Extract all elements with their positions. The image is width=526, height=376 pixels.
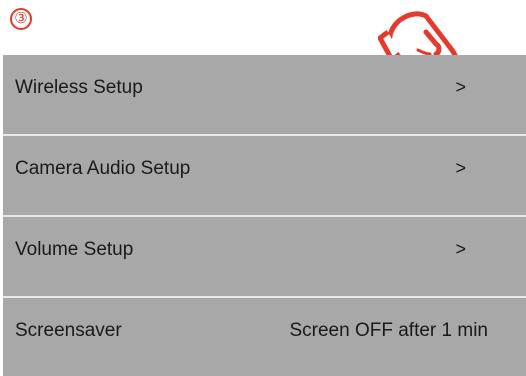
- chevron-right-icon: >: [455, 239, 466, 259]
- settings-screen: ③ Wireless Setup > Camera Audio Setup > …: [0, 0, 526, 376]
- chevron-right-icon: >: [455, 77, 466, 97]
- menu-item-label: Wireless Setup: [15, 77, 143, 98]
- step-number-badge: ③: [10, 8, 32, 30]
- menu-item-camera-audio-setup[interactable]: Camera Audio Setup >: [3, 136, 526, 217]
- menu-item-label: Screensaver: [15, 320, 122, 341]
- menu-item-label: Camera Audio Setup: [15, 158, 191, 179]
- screensaver-value: Screen OFF after 1 min: [289, 320, 488, 341]
- settings-menu: Wireless Setup > Camera Audio Setup > Vo…: [3, 55, 526, 376]
- menu-item-screensaver[interactable]: Screensaver Screen OFF after 1 min: [3, 298, 526, 376]
- menu-item-volume-setup[interactable]: Volume Setup >: [3, 217, 526, 298]
- menu-item-label: Volume Setup: [15, 239, 134, 260]
- menu-item-wireless-setup[interactable]: Wireless Setup >: [3, 55, 526, 136]
- chevron-right-icon: >: [455, 158, 466, 178]
